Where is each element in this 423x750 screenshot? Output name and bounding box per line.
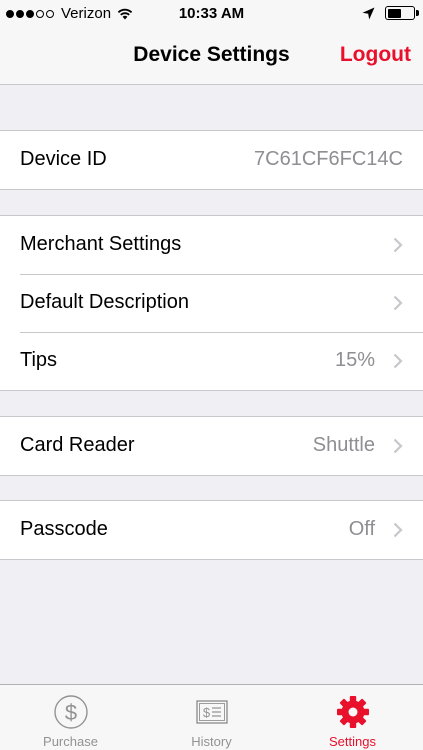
tab-bar: $ Purchase $ History Settings <box>0 684 423 750</box>
chevron-right-icon <box>393 353 403 369</box>
tab-settings-label: Settings <box>329 734 376 749</box>
svg-text:$: $ <box>64 700 76 725</box>
card-reader-row[interactable]: Card Reader Shuttle <box>0 417 423 475</box>
status-right <box>362 6 419 20</box>
merchant-settings-label: Merchant Settings <box>20 233 182 255</box>
svg-text:$: $ <box>202 705 210 720</box>
device-id-label: Device ID <box>20 148 107 170</box>
card-reader-group: Card Reader Shuttle <box>0 416 423 476</box>
device-info-group: Device ID 7C61CF6FC14C <box>0 130 423 190</box>
merchant-group: Merchant Settings Default Description Ti… <box>0 215 423 391</box>
receipt-icon: $ <box>195 700 228 724</box>
tab-history-label: History <box>191 734 232 749</box>
tab-purchase-label: Purchase <box>43 734 98 749</box>
tips-label: Tips <box>20 349 58 371</box>
tab-purchase[interactable]: $ Purchase <box>0 685 141 750</box>
tab-history[interactable]: $ History <box>141 685 282 750</box>
logout-button[interactable]: Logout <box>340 43 411 67</box>
passcode-value: Off <box>348 518 375 540</box>
chevron-right-icon <box>393 295 403 311</box>
device-id-value: 7C61CF6FC14C <box>254 148 403 170</box>
gear-icon <box>336 696 369 728</box>
merchant-settings-row[interactable]: Merchant Settings <box>0 216 423 274</box>
location-arrow-icon <box>362 7 375 19</box>
navigation-bar: Device Settings Logout <box>0 28 423 85</box>
device-id-row: Device ID 7C61CF6FC14C <box>0 131 423 189</box>
tab-settings[interactable]: Settings <box>282 685 423 750</box>
default-description-row[interactable]: Default Description <box>0 274 423 332</box>
chevron-right-icon <box>393 522 403 538</box>
card-reader-label: Card Reader <box>20 434 135 456</box>
dollar-circle-icon: $ <box>53 695 88 729</box>
card-reader-value: Shuttle <box>312 434 375 456</box>
passcode-row[interactable]: Passcode Off <box>0 501 423 559</box>
status-time: 10:33 AM <box>178 5 245 22</box>
passcode-group: Passcode Off <box>0 500 423 560</box>
tips-value: 15% <box>334 349 375 371</box>
status-bar: Verizon 10:33 AM <box>0 0 423 28</box>
chevron-right-icon <box>393 438 403 454</box>
default-description-label: Default Description <box>20 291 189 313</box>
battery-icon <box>385 6 419 20</box>
chevron-right-icon <box>393 237 403 253</box>
tips-row[interactable]: Tips 15% <box>0 332 423 390</box>
battery-fill <box>387 8 402 18</box>
passcode-label: Passcode <box>20 518 108 540</box>
